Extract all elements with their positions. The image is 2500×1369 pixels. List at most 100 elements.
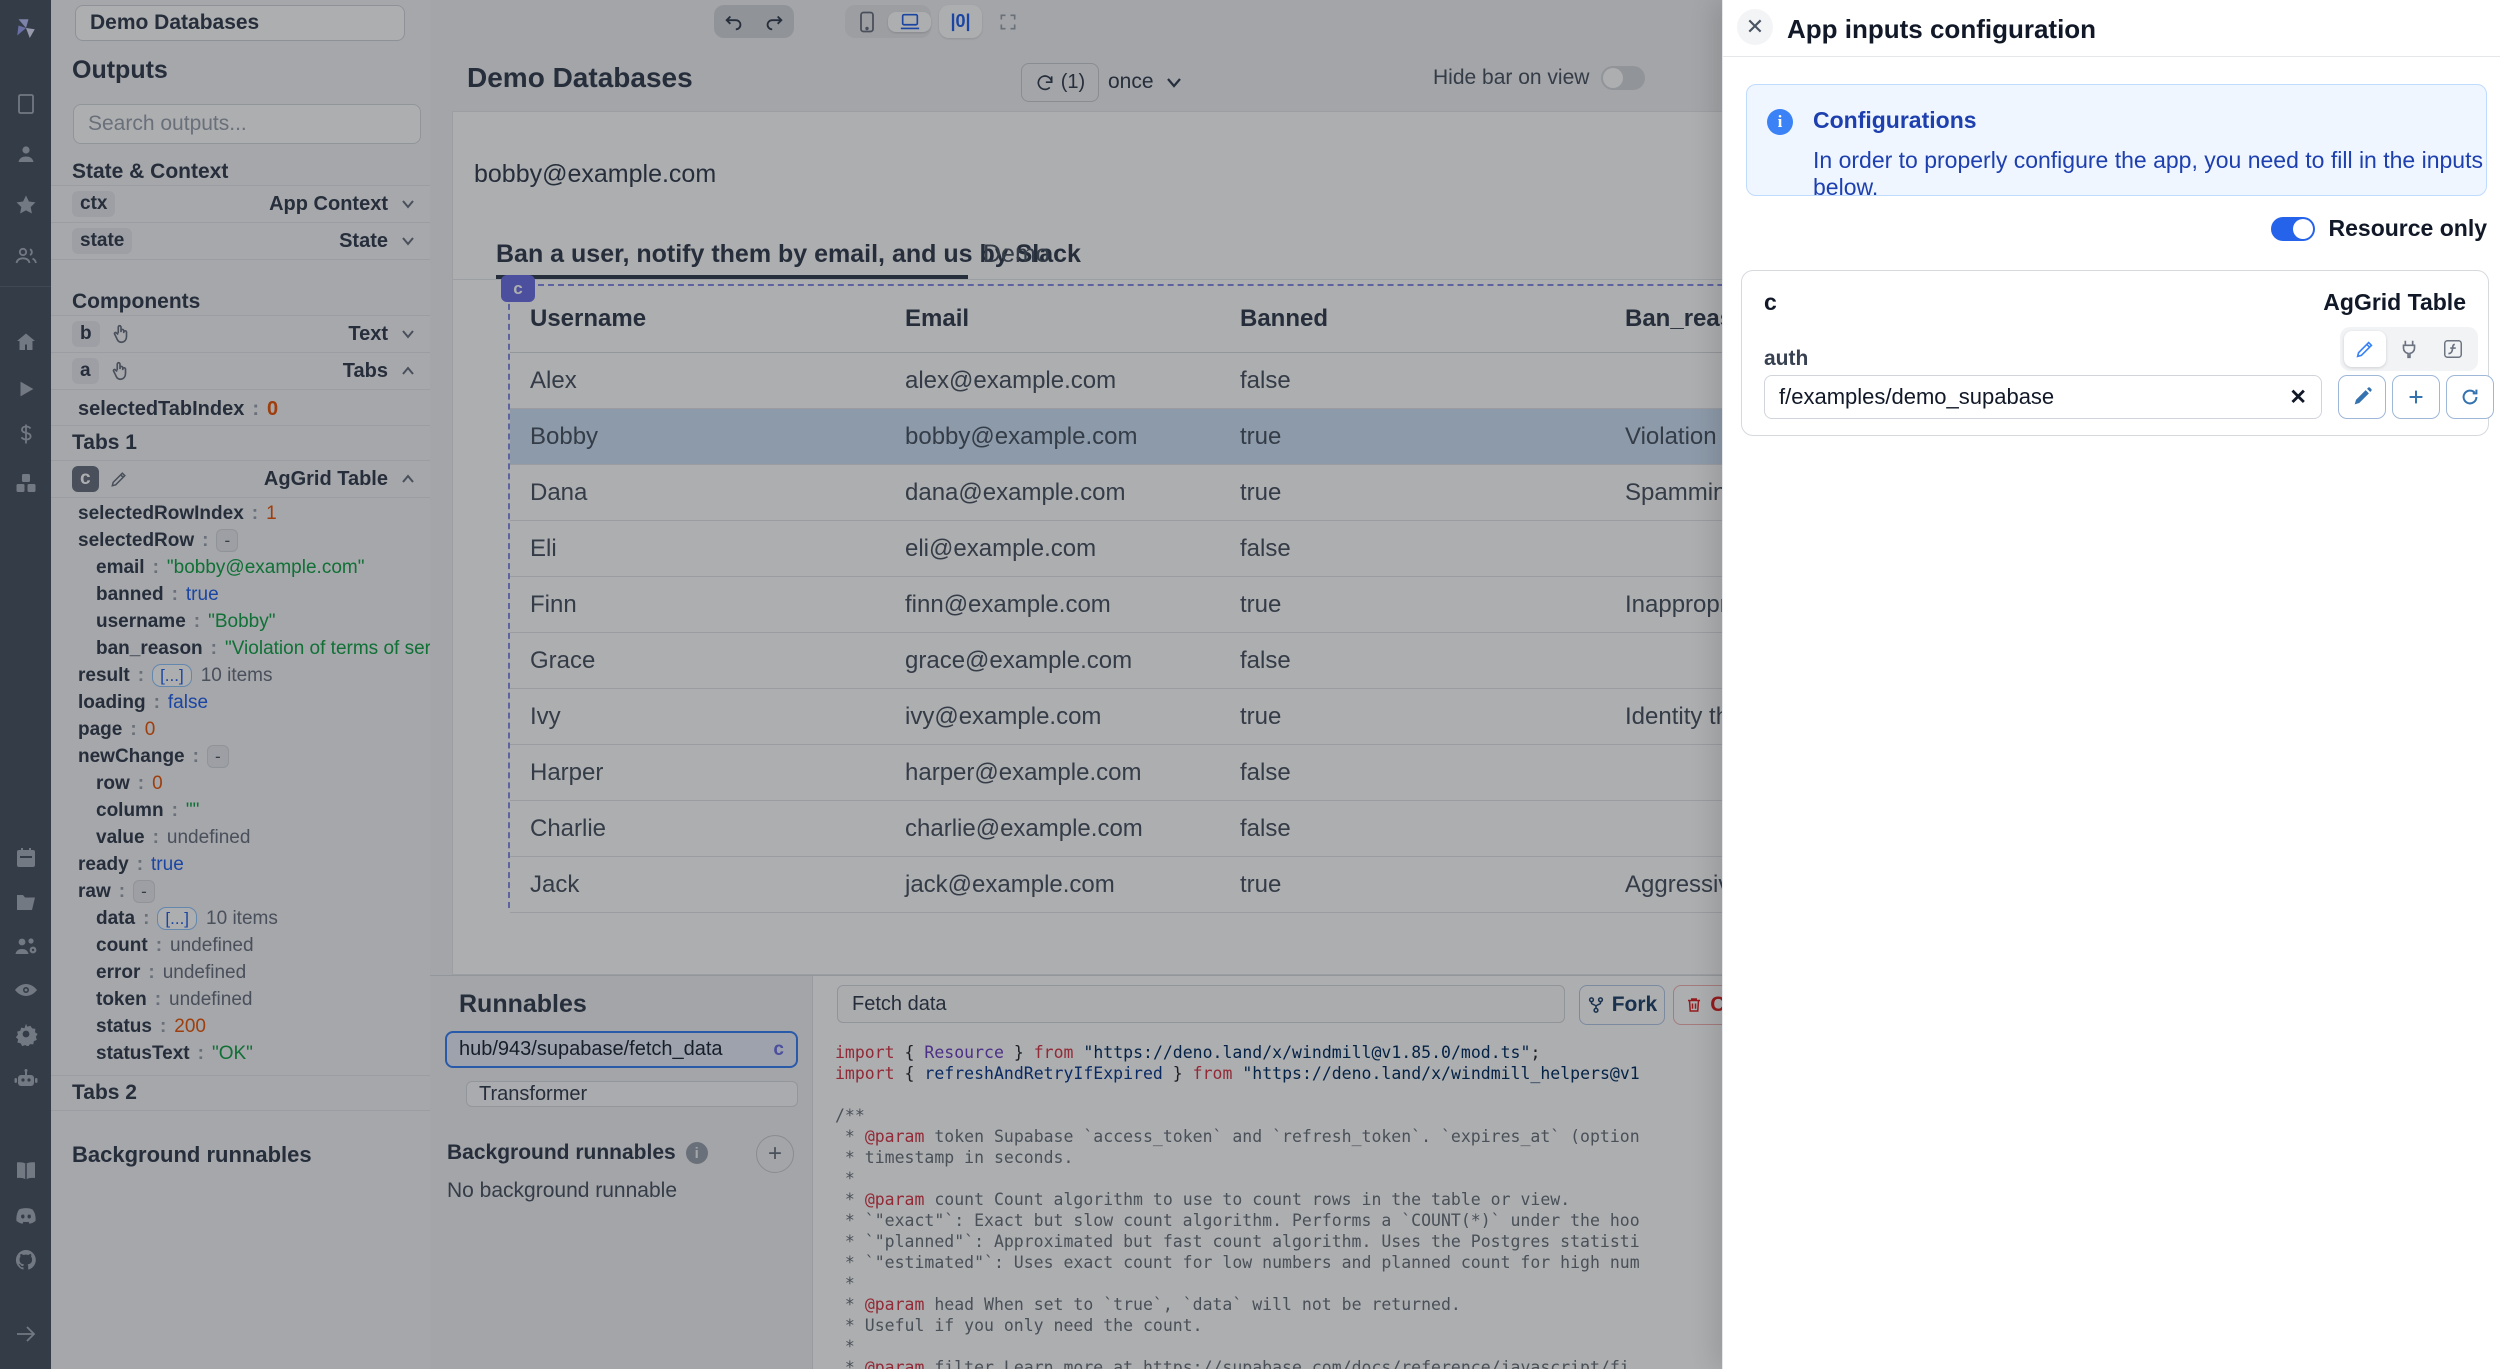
eye-icon[interactable] [0,972,51,1008]
eval-mode-button[interactable] [2432,331,2474,367]
building-icon[interactable] [0,86,51,122]
users-gear-icon[interactable] [0,928,51,964]
chevron-down-icon[interactable] [398,231,418,251]
user-icon[interactable] [0,136,51,172]
runnable-item-fetch-data[interactable]: hub/943/supabase/fetch_data c [445,1031,798,1068]
tree-row-column[interactable]: column:"" [51,797,430,824]
output-row-component-a[interactable]: a Tabs [51,352,430,390]
edit-resource-button[interactable] [2338,375,2386,419]
robot-icon[interactable] [0,1061,51,1097]
tree-row-error[interactable]: error:undefined [51,959,430,986]
users-icon[interactable] [0,238,51,274]
hide-bar-toggle[interactable] [1601,66,1645,90]
tabs1-section[interactable]: Tabs 1 [51,425,430,461]
center-align-icon[interactable]: |0| [939,11,982,32]
tree-row-count[interactable]: count:undefined [51,932,430,959]
tree-row-ban_reason[interactable]: ban_reason:"Violation of terms of servic… [51,635,430,662]
arrow-right-icon[interactable] [0,1316,51,1352]
cell-email: finn@example.com [885,591,1220,619]
tree-row-value[interactable]: value:undefined [51,824,430,851]
tree-row-banned[interactable]: banned:true [51,581,430,608]
github-icon[interactable] [0,1242,51,1278]
collapse-chip[interactable]: [...] [157,907,197,930]
collapse-chip[interactable]: [...] [152,664,192,687]
tree-row-raw[interactable]: raw:- [51,878,430,905]
close-icon[interactable]: ✕ [1737,9,1773,45]
hide-bar-row: Hide bar on view [1433,66,1645,90]
tree-row-statusText[interactable]: statusText:"OK" [51,1040,430,1067]
calendar-icon[interactable] [0,840,51,876]
column-header-username[interactable]: Username [510,305,885,333]
runnable-item-transformer[interactable]: Transformer [466,1081,798,1107]
tree-row-row[interactable]: row:0 [51,770,430,797]
book-icon[interactable] [0,1153,51,1189]
column-header-email[interactable]: Email [885,305,1220,333]
output-row-ctx[interactable]: ctx App Context [51,185,430,223]
tree-row-loading[interactable]: loading:false [51,689,430,716]
output-row-component-c[interactable]: c AgGrid Table [51,460,430,498]
fork-button[interactable]: Fork [1579,985,1665,1025]
tree-row-ready[interactable]: ready:true [51,851,430,878]
tabs2-section[interactable]: Tabs 2 [51,1075,430,1111]
output-row-state[interactable]: state State [51,222,430,260]
ctx-key: ctx [72,191,115,217]
chevron-down-icon[interactable] [398,324,418,344]
tab-demo[interactable]: Demo [983,240,1050,269]
cell-banned: false [1220,647,1605,675]
tree-row-selectedRowIndex[interactable]: selectedRowIndex:1 [51,500,430,527]
collapse-chip[interactable]: - [216,529,238,552]
chevron-down-icon[interactable] [398,194,418,214]
chevron-up-icon[interactable] [398,361,418,381]
tree-row-newChange[interactable]: newChange:- [51,743,430,770]
chevron-up-icon[interactable] [398,469,418,489]
cell-banned: true [1220,871,1605,899]
redo-button[interactable] [754,11,794,33]
collapse-chip[interactable]: - [207,745,229,768]
windmill-logo-icon [0,10,51,46]
history-toolbar [714,5,794,38]
refresh-button[interactable]: (1) [1021,63,1099,102]
undo-button[interactable] [714,11,754,33]
mobile-view-button[interactable] [845,11,888,33]
app-name-input[interactable]: Demo Databases [75,5,405,41]
search-outputs-input[interactable]: Search outputs... [73,104,421,144]
cubes-icon[interactable] [0,465,51,501]
tree-row-data[interactable]: data:[...]10 items [51,905,430,932]
refresh-resource-button[interactable] [2446,375,2494,419]
schedule-dropdown[interactable]: once [1108,63,1184,100]
pencil-icon[interactable] [109,469,129,489]
tree-row-token[interactable]: token:undefined [51,986,430,1013]
desktop-view-button[interactable] [888,12,931,32]
runnable-name-input[interactable]: Fetch data [837,985,1565,1023]
connect-mode-button[interactable] [2388,331,2430,367]
tree-row-status[interactable]: status:200 [51,1013,430,1040]
info-icon: i [686,1142,708,1164]
tree-row-email[interactable]: email:"bobby@example.com" [51,554,430,581]
output-row-component-b[interactable]: b Text [51,315,430,353]
clear-input-icon[interactable]: ✕ [2289,385,2307,410]
column-header-banned[interactable]: Banned [1220,305,1605,333]
cell-email: grace@example.com [885,647,1220,675]
gear-icon[interactable] [0,1016,51,1052]
play-icon[interactable] [0,371,51,407]
tree-row-result[interactable]: result:[...]10 items [51,662,430,689]
star-icon[interactable] [0,187,51,223]
static-mode-button[interactable] [2344,331,2386,367]
component-input-card: c AgGrid Table auth f/examples/demo_supa… [1741,270,2489,436]
dollar-icon[interactable] [0,416,51,452]
home-icon[interactable] [0,324,51,360]
discord-icon[interactable] [0,1198,51,1234]
add-background-runnable-button[interactable]: + [756,1135,794,1173]
tree-row-page[interactable]: page:0 [51,716,430,743]
field-label: auth [1764,347,1808,371]
cell-email: charlie@example.com [885,815,1220,843]
tree-row-selectedRow[interactable]: selectedRow:- [51,527,430,554]
collapse-chip[interactable]: - [133,880,155,903]
tree-row-username[interactable]: username:"Bobby" [51,608,430,635]
resource-path-input[interactable]: f/examples/demo_supabase ✕ [1764,375,2322,419]
fullscreen-icon[interactable] [986,12,1029,32]
folder-icon[interactable] [0,884,51,920]
resource-only-toggle[interactable] [2271,217,2315,241]
add-resource-button[interactable] [2392,375,2440,419]
pointer-hand-icon [109,360,131,382]
